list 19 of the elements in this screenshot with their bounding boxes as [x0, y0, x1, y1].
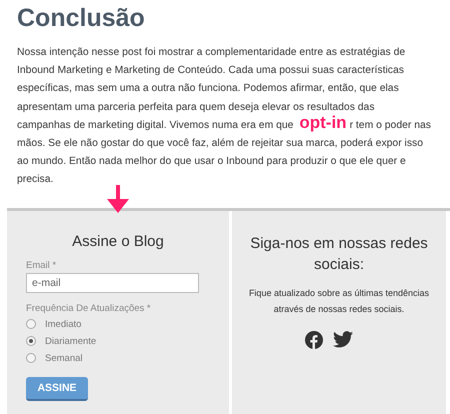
option-label: Imediato — [45, 318, 82, 330]
field-label: Frequência De Atualizações * — [26, 302, 151, 314]
heading: Conclusão — [16, 3, 146, 34]
radio-button[interactable] — [26, 353, 36, 364]
annotation-label: opt-in — [298, 112, 348, 132]
option-label: Semanal — [45, 352, 82, 364]
social-text: Fique atualizado sobre as últimas tendências através de nossas redes sociais. — [248, 286, 430, 316]
social-title: Siga-nos em nossas redes sociais: — [249, 234, 429, 275]
option-label: Diariamente — [45, 336, 96, 347]
form-title: Assine o Blog — [71, 232, 165, 250]
radio-button[interactable] — [26, 336, 36, 346]
email-field[interactable]: e-mail — [26, 272, 199, 293]
subscribe-button[interactable]: ASSINE — [26, 376, 88, 401]
arrow-icon — [106, 184, 130, 213]
radio-button[interactable] — [26, 319, 36, 330]
paragraph: Nossa intenção nesse post foi mostrar a complementaridade entre as estratégias de Inbound Marketing e Marketing de Conteúdo. Cada uma possui suas características específicas, mas sem uma a outra não funciona. Podemos afirmar, então, que elas apresentam uma parceria perfeita para quem deseja elevar os resultados das campanhas de marketing digital. Vivemos numa era em que opt-in r tem o poder nas mãos. Se ele não gostar do que você faz, além de rejeitar sua marca, poderá expor isso ao mundo. Então nada melhor do que usar o Inbound para produzir o que ele quer e precisa. — [17, 46, 431, 188]
bird-icon[interactable] — [333, 331, 353, 348]
facebook-icon[interactable] — [305, 330, 323, 349]
field-label: Email * — [26, 260, 56, 271]
